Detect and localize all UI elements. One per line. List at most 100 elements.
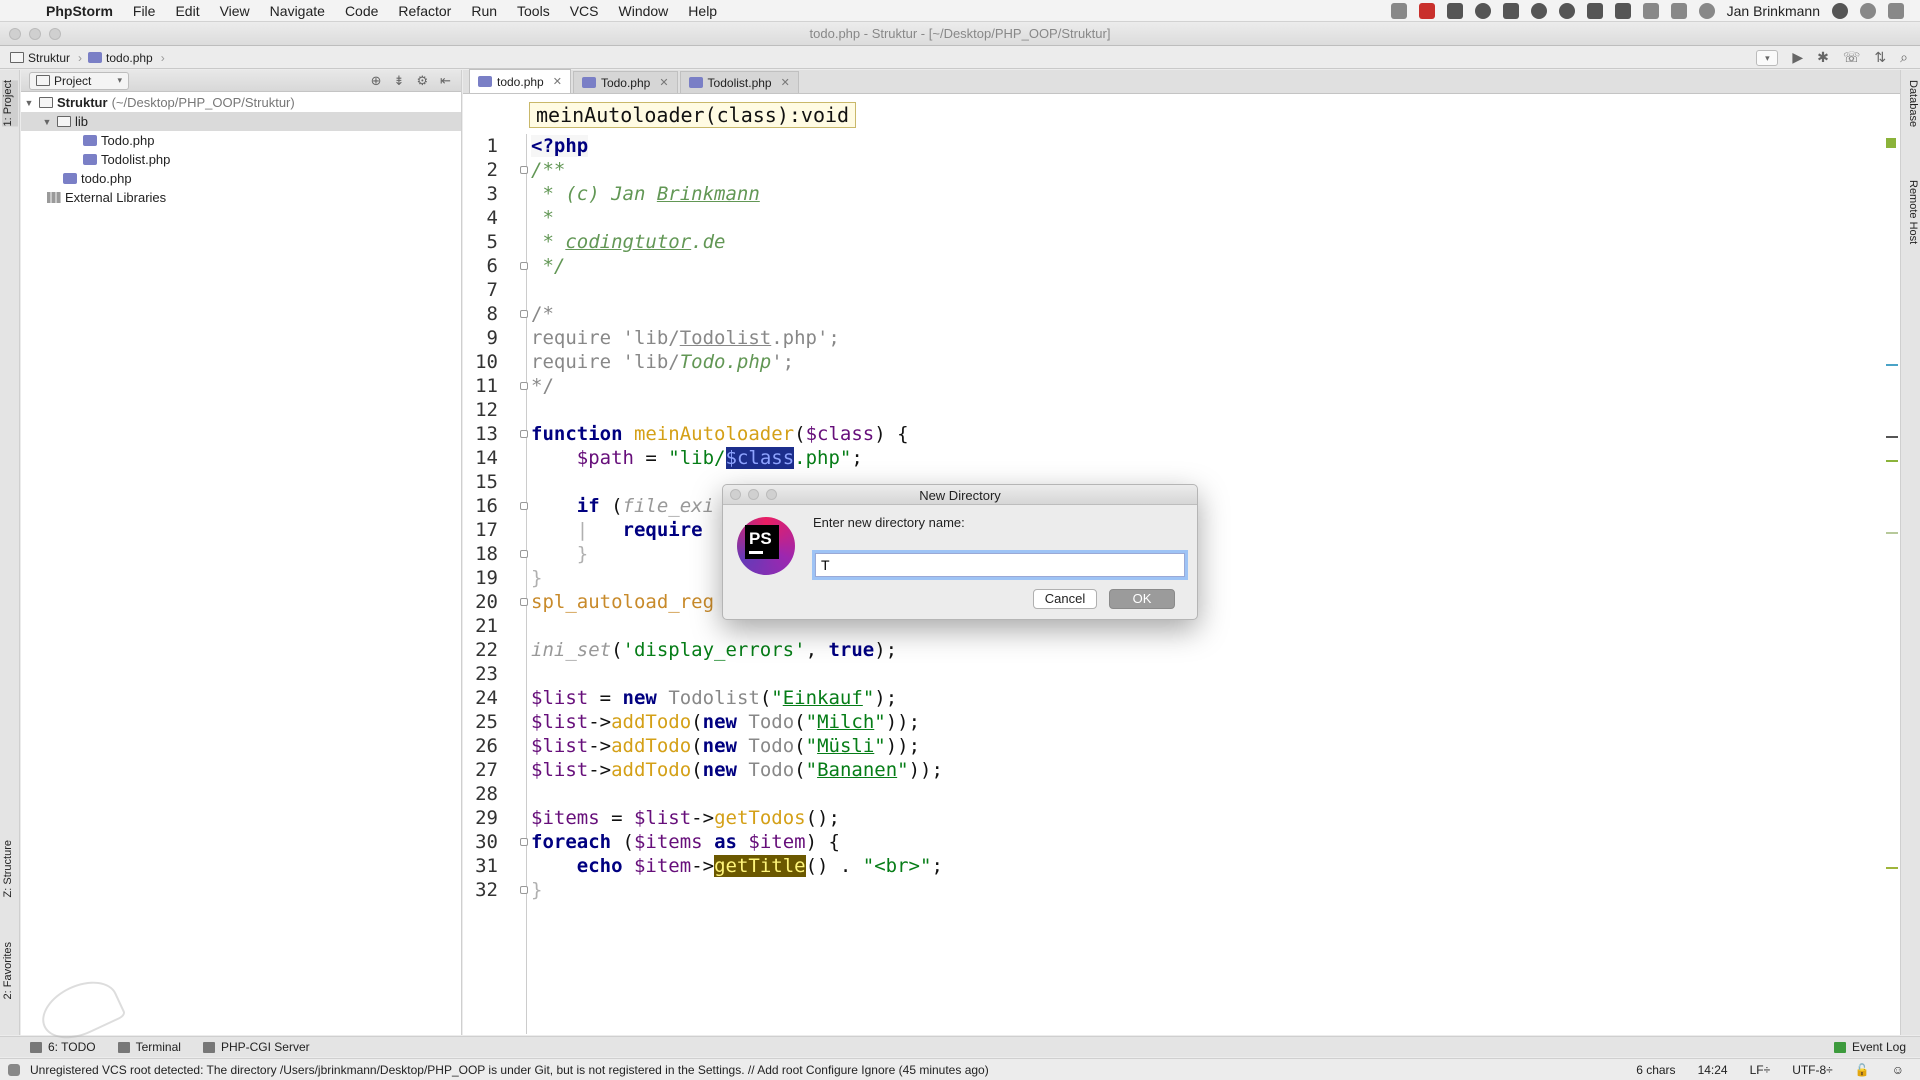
menu-edit[interactable]: Edit	[165, 3, 209, 19]
phpstorm-logo: PS	[737, 517, 795, 575]
menu-refactor[interactable]: Refactor	[388, 3, 461, 19]
tab-project[interactable]: 1: Project	[2, 80, 18, 127]
scrollbar-marker[interactable]	[1886, 436, 1898, 438]
lock-icon[interactable]: 🔓	[1855, 1063, 1870, 1077]
status-message[interactable]: Unregistered VCS root detected: The dire…	[30, 1063, 1626, 1077]
tab-todo-class-php[interactable]: Todo.php ✕	[572, 71, 678, 93]
tab-todolist-php[interactable]: Todolist.php ✕	[679, 71, 799, 93]
dropbox-icon[interactable]	[1586, 2, 1603, 19]
close-icon[interactable]: ✕	[549, 75, 562, 88]
event-log-icon	[1833, 1041, 1846, 1053]
chevron-down-icon[interactable]: ▼	[23, 98, 35, 108]
cancel-button[interactable]: Cancel	[1033, 589, 1097, 609]
menu-navigate[interactable]: Navigate	[260, 3, 335, 19]
caret-position[interactable]: 14:24	[1698, 1063, 1728, 1077]
fold-marker-icon[interactable]	[520, 262, 528, 270]
close-dialog-button[interactable]	[730, 489, 741, 500]
directory-name-input[interactable]	[815, 553, 1185, 577]
tree-item-lib[interactable]: ▼ lib	[21, 112, 461, 131]
record-icon[interactable]	[1418, 2, 1435, 19]
menu-view[interactable]: View	[210, 3, 260, 19]
bookmark-icon[interactable]	[1446, 2, 1463, 19]
close-icon[interactable]: ✕	[655, 76, 668, 89]
gear-icon[interactable]: ⚙	[416, 73, 428, 89]
selection-count: 6 chars	[1636, 1062, 1676, 1077]
bluetooth-icon[interactable]	[1670, 2, 1687, 19]
tab-favorites[interactable]: 2: Favorites	[2, 942, 18, 999]
search-icon[interactable]: ⌕	[1900, 49, 1908, 66]
tree-item-todo-class[interactable]: Todo.php	[21, 131, 461, 150]
tree-item-todo-script[interactable]: todo.php	[21, 169, 461, 188]
tab-remote-host[interactable]: Remote Host	[1903, 180, 1919, 244]
inspector-icon[interactable]: ☺	[1892, 1063, 1904, 1077]
fold-marker-icon[interactable]	[520, 430, 528, 438]
notification-center-icon[interactable]	[1888, 2, 1904, 19]
vcs-update-icon[interactable]: ⇅	[1874, 49, 1886, 66]
plugin-icon[interactable]	[1614, 2, 1631, 19]
run-icon[interactable]: ▶	[1792, 49, 1803, 66]
toggle-tool-windows-icon[interactable]	[8, 1063, 20, 1076]
fold-marker-icon[interactable]	[520, 310, 528, 318]
fold-marker-icon[interactable]	[520, 502, 528, 510]
menu-tools[interactable]: Tools	[507, 3, 560, 19]
collapse-all-icon[interactable]: ⇟	[394, 73, 405, 89]
spotlight-icon[interactable]	[1860, 2, 1876, 19]
menu-file[interactable]: File	[123, 3, 166, 19]
inspection-ok-icon[interactable]	[1886, 138, 1896, 148]
scroll-from-source-icon[interactable]: ⊕	[371, 73, 382, 89]
fold-marker-icon[interactable]	[520, 886, 528, 894]
close-icon[interactable]: ✕	[777, 76, 790, 89]
tree-item-todolist-class[interactable]: Todolist.php	[21, 150, 461, 169]
hide-panel-icon[interactable]: ⇤	[440, 73, 451, 89]
info-icon[interactable]	[1474, 2, 1491, 19]
tool-window-terminal[interactable]: Terminal	[117, 1040, 181, 1054]
project-view-selector[interactable]: Project ▾	[29, 71, 129, 90]
zoom-window-button[interactable]	[49, 27, 61, 40]
close-window-button[interactable]	[9, 27, 21, 40]
debug-icon[interactable]: ✱	[1817, 49, 1829, 66]
menu-vcs[interactable]: VCS	[560, 3, 609, 19]
fold-marker-icon[interactable]	[520, 382, 528, 390]
time-machine-icon[interactable]	[1698, 2, 1715, 19]
line-separator[interactable]: LF÷	[1750, 1063, 1771, 1077]
fold-marker-icon[interactable]	[520, 598, 528, 606]
scrollbar-marker[interactable]	[1886, 460, 1898, 462]
code-line: *	[531, 207, 554, 229]
screen-icon[interactable]	[1390, 2, 1407, 19]
user-icon[interactable]	[1832, 2, 1848, 19]
file-encoding[interactable]: UTF-8÷	[1792, 1063, 1833, 1077]
fold-marker-icon[interactable]	[520, 550, 528, 558]
breadcrumb-file[interactable]: todo.php ›	[88, 51, 171, 65]
cloud-icon[interactable]	[1558, 2, 1575, 19]
tool-window-event-log[interactable]: Event Log	[1833, 1040, 1920, 1054]
tool-window-todo[interactable]: 6: TODO	[30, 1040, 96, 1054]
leaf-icon[interactable]	[1530, 2, 1547, 19]
tree-item-external-libraries[interactable]: External Libraries	[21, 188, 461, 207]
tab-todo-php[interactable]: todo.php ✕	[469, 69, 571, 93]
tab-structure[interactable]: Z: Structure	[2, 840, 18, 897]
fold-marker-icon[interactable]	[520, 838, 528, 846]
menu-run[interactable]: Run	[461, 3, 507, 19]
scrollbar-marker[interactable]	[1886, 867, 1898, 869]
fold-marker-icon[interactable]	[520, 166, 528, 174]
menu-app[interactable]: PhpStorm	[40, 3, 123, 19]
chevron-down-icon[interactable]: ▼	[41, 117, 53, 127]
minimize-window-button[interactable]	[29, 27, 41, 40]
tree-item-struktur[interactable]: ▼ Struktur (~/Desktop/PHP_OOP/Struktur)	[21, 93, 461, 112]
menu-window[interactable]: Window	[609, 3, 679, 19]
ok-button[interactable]: OK	[1109, 589, 1175, 609]
breadcrumb-project[interactable]: Struktur ›	[10, 51, 88, 65]
scrollbar-marker[interactable]	[1886, 532, 1898, 534]
volume-icon[interactable]	[1642, 2, 1659, 19]
line-number: 17	[475, 519, 498, 541]
listen-debug-icon[interactable]: ☏	[1843, 49, 1861, 66]
menu-code[interactable]: Code	[335, 3, 388, 19]
evernote-icon[interactable]	[1502, 2, 1519, 19]
scrollbar-marker[interactable]	[1886, 364, 1898, 366]
tool-window-php-cgi[interactable]: PHP-CGI Server	[202, 1040, 310, 1054]
user-name[interactable]: Jan Brinkmann	[1727, 3, 1820, 19]
tab-database[interactable]: Database	[1903, 80, 1919, 127]
run-config-dropdown[interactable]: ▾	[1756, 49, 1779, 66]
menu-help[interactable]: Help	[678, 3, 727, 19]
